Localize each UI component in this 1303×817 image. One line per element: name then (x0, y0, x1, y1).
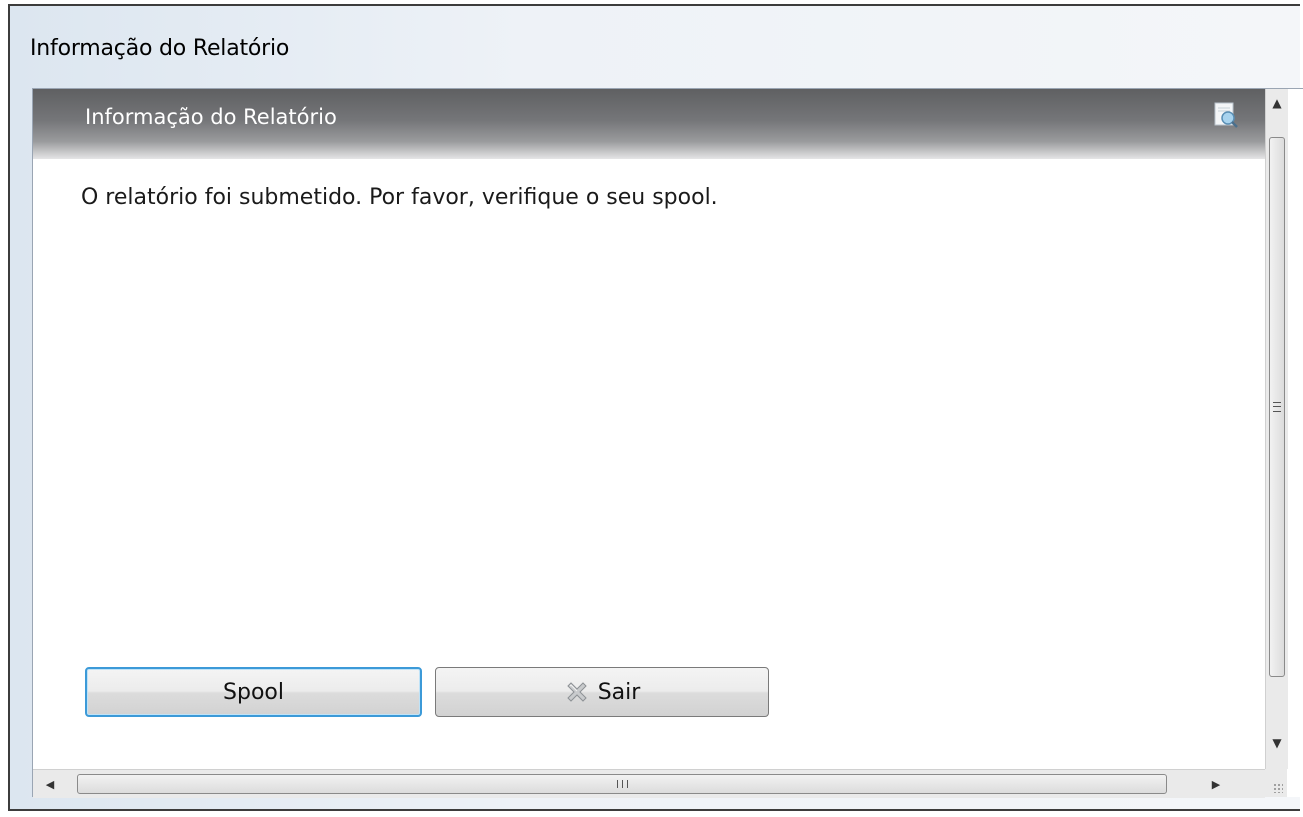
client-area: Informação do Relatório O relatório foi … (32, 88, 1303, 798)
spool-button[interactable]: Spool (85, 667, 422, 717)
scroll-corner (1265, 769, 1287, 797)
status-message: O relatório foi submetido. Por favor, ve… (81, 185, 718, 210)
spool-button-label: Spool (223, 679, 284, 705)
close-icon (566, 682, 587, 702)
grip-icon (616, 780, 628, 788)
scroll-down-arrow[interactable]: ▼ (1266, 729, 1288, 757)
scroll-left-arrow[interactable]: ◀ (37, 770, 63, 798)
grip-icon (1273, 402, 1281, 412)
sair-button[interactable]: Sair (435, 667, 769, 717)
resize-grip-icon[interactable] (1273, 783, 1283, 793)
vertical-scrollbar[interactable]: ▲ ▼ (1265, 89, 1288, 769)
horizontal-scrollbar[interactable]: ◀ ▶ (33, 769, 1265, 798)
vertical-scroll-thumb[interactable] (1269, 137, 1285, 677)
window-title: Informação do Relatório (30, 36, 290, 61)
horizontal-scroll-thumb[interactable] (77, 774, 1167, 794)
scroll-right-arrow[interactable]: ▶ (1203, 770, 1229, 798)
sair-button-label: Sair (597, 679, 641, 705)
panel-header: Informação do Relatório (33, 89, 1265, 159)
panel-title: Informação do Relatório (85, 105, 337, 129)
scroll-up-arrow[interactable]: ▲ (1266, 89, 1288, 117)
search-document-icon[interactable] (1213, 101, 1239, 129)
report-info-window: Informação do Relatório Informação do Re… (8, 4, 1303, 811)
